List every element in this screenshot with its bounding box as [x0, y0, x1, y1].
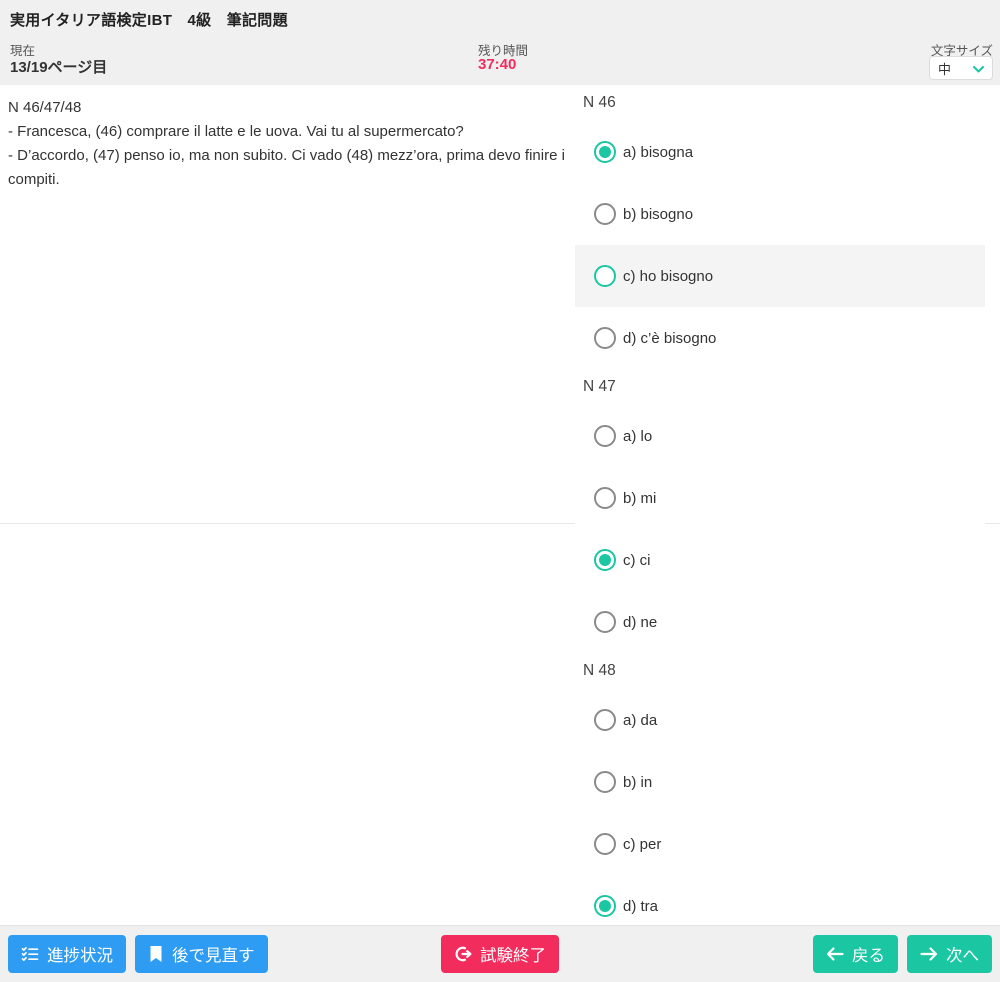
font-size-select[interactable]: 中 — [929, 56, 993, 80]
answer-option-label: a) bisogna — [623, 143, 694, 161]
arrow-right-icon — [920, 946, 938, 962]
answer-option[interactable]: c) per — [575, 813, 985, 875]
font-size-selected-value: 中 — [938, 61, 952, 77]
question-panel: N 46/47/48 - Francesca, (46) comprare il… — [0, 85, 575, 523]
page-title: 実用イタリア語検定IBT 4級 筆記問題 — [10, 12, 288, 29]
current-page-value: 13/19ページ目 — [10, 59, 108, 76]
answer-option[interactable]: b) in — [575, 751, 985, 813]
answer-option-label: c) per — [623, 835, 662, 853]
answer-option-label: d) tra — [623, 897, 659, 915]
radio-button[interactable] — [594, 327, 616, 349]
radio-button[interactable] — [594, 611, 616, 633]
answer-option-label: b) mi — [623, 489, 657, 507]
answer-option-label: b) in — [623, 773, 653, 791]
radio-button[interactable] — [594, 895, 616, 917]
progress-button-label: 進捗状況 — [47, 947, 113, 965]
answer-option[interactable]: d) ne — [575, 591, 985, 653]
question-text-line2: - D’accordo, (47) penso io, ma non subit… — [8, 147, 565, 188]
footer-left-group: 進捗状況 後で見直す — [8, 935, 268, 973]
question-group-title: N 47 — [583, 378, 616, 395]
review-later-button[interactable]: 後で見直す — [135, 935, 268, 973]
question-number: N 46/47/48 — [8, 99, 82, 116]
finish-exam-button-label: 試験終了 — [480, 947, 546, 965]
radio-button[interactable] — [594, 265, 616, 287]
radio-button[interactable] — [594, 203, 616, 225]
review-later-button-label: 後で見直す — [172, 947, 255, 965]
header: 実用イタリア語検定IBT 4級 筆記問題 現在 13/19ページ目 残り時間 3… — [0, 0, 1000, 85]
list-check-icon — [21, 945, 39, 963]
radio-button[interactable] — [594, 709, 616, 731]
answer-option[interactable]: c) ho bisogno — [575, 245, 985, 307]
exam-page: 実用イタリア語検定IBT 4級 筆記問題 現在 13/19ページ目 残り時間 3… — [0, 0, 1000, 982]
back-button-label: 戻る — [852, 947, 885, 965]
question-group-title: N 48 — [583, 662, 616, 679]
remaining-time-value: 37:40 — [478, 56, 517, 73]
next-button[interactable]: 次へ — [907, 935, 992, 973]
answer-option-label: d) ne — [623, 613, 658, 631]
radio-button[interactable] — [594, 141, 616, 163]
chevron-down-icon — [973, 61, 984, 76]
answer-option-label: d) c’è bisogno — [623, 329, 717, 347]
answer-option[interactable]: b) mi — [575, 467, 985, 529]
radio-button[interactable] — [594, 833, 616, 855]
answer-option[interactable]: a) lo — [575, 405, 985, 467]
answer-option-label: a) lo — [623, 427, 653, 445]
answers-panel: N 46 a) bisogna b) bisogno c) ho bisogno… — [575, 85, 985, 925]
radio-button[interactable] — [594, 425, 616, 447]
radio-button[interactable] — [594, 487, 616, 509]
answer-option[interactable]: d) c’è bisogno — [575, 307, 985, 369]
answer-option-label: c) ci — [623, 551, 651, 569]
next-button-label: 次へ — [946, 947, 979, 965]
answer-option[interactable]: b) bisogno — [575, 183, 985, 245]
bookmark-icon — [148, 945, 164, 963]
answer-option-label: a) da — [623, 711, 658, 729]
back-button[interactable]: 戻る — [813, 935, 898, 973]
finish-exam-button[interactable]: 試験終了 — [441, 935, 559, 973]
arrow-left-icon — [826, 946, 844, 962]
question-group-title: N 46 — [583, 94, 616, 111]
answer-option[interactable]: a) bisogna — [575, 121, 985, 183]
radio-button[interactable] — [594, 771, 616, 793]
answer-option[interactable]: a) da — [575, 689, 985, 751]
sign-out-icon — [454, 945, 472, 963]
footer-right-group: 戻る 次へ — [813, 935, 992, 973]
answer-option-label: c) ho bisogno — [623, 267, 714, 285]
question-text-line1: - Francesca, (46) comprare il latte e le… — [8, 123, 464, 140]
progress-button[interactable]: 進捗状況 — [8, 935, 126, 973]
answer-option[interactable]: c) ci — [575, 529, 985, 591]
answer-option-label: b) bisogno — [623, 205, 694, 223]
footer-toolbar: 進捗状況 後で見直す 試験終了 戻る 次へ — [0, 925, 1000, 982]
radio-button[interactable] — [594, 549, 616, 571]
